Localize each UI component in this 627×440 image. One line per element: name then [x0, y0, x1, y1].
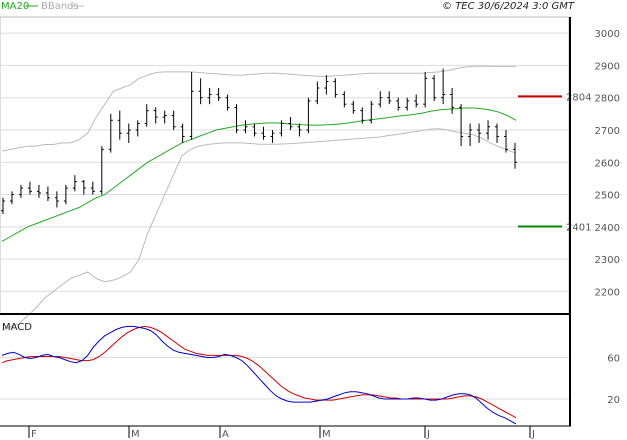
ohlc-bar — [207, 88, 212, 105]
macd-gridlines — [0, 357, 569, 400]
ohlc-bar — [162, 110, 167, 124]
ohlc-bar — [378, 91, 383, 108]
ohlc-bar — [441, 68, 446, 105]
ohlc-bar — [270, 129, 275, 143]
bband-upper — [1, 65, 516, 152]
ma20-series — [1, 107, 517, 242]
ohlc-bar — [135, 120, 140, 137]
y-tick-label-2800: 2800 — [595, 94, 620, 105]
ohlc-bar — [108, 113, 113, 153]
ohlc-bar — [423, 71, 428, 108]
macd-panel: MACD 2060 — [0, 322, 620, 425]
ohlc-bar — [18, 184, 23, 198]
y-tick-label-2900: 2900 — [595, 61, 620, 72]
y-tick-label-3000: 3000 — [595, 29, 620, 40]
bollinger-bands — [1, 65, 517, 331]
price-levels: 28042401 — [518, 92, 591, 234]
stock-chart: MA20 BBands © TEC 30/6/2024 3:0 GMT 2200… — [0, 1, 620, 440]
ohlc-bar — [216, 88, 221, 101]
ohlc-bar — [45, 186, 50, 202]
y-tick-label-2500: 2500 — [595, 191, 620, 202]
ohlc-bar — [1, 197, 5, 214]
ohlc-bar — [243, 120, 248, 134]
price-y-axis: 2200 2300 2400 2500 2600 2700 2800 2900 3000 — [595, 29, 620, 298]
ohlc-bar — [126, 123, 131, 143]
ohlc-bar — [90, 181, 95, 195]
time-axis-ticks: FMAMJJ — [28, 426, 535, 440]
ohlc-bar — [351, 100, 356, 114]
ohlc-bar — [333, 78, 338, 98]
price-panel: 2200 2300 2400 2500 2600 2700 2800 2900 3000 280… — [0, 16, 620, 331]
ohlc-bar — [459, 104, 464, 147]
ohlc-bar — [315, 81, 320, 105]
ohlc-bar — [432, 75, 437, 101]
ohlc-bar — [99, 146, 104, 195]
ohlc-bar — [27, 181, 32, 195]
x-tick-label: M — [322, 429, 331, 440]
ohlc-bar — [261, 126, 266, 140]
ohlc-bar — [198, 78, 203, 105]
x-tick-label: J — [531, 429, 535, 440]
y-tick-label-2300: 2300 — [595, 255, 620, 266]
ohlc-bar — [396, 97, 401, 111]
ohlc-bar — [513, 142, 517, 169]
ohlc-bar — [324, 75, 329, 95]
ohlc-bar — [9, 191, 14, 205]
ohlc-bar — [495, 123, 500, 143]
x-tick-label: F — [31, 429, 37, 440]
ohlc-bar — [117, 110, 122, 140]
x-tick-label: J — [426, 429, 430, 440]
ohlc-bar — [54, 191, 59, 208]
ohlc-bar — [81, 180, 86, 195]
x-tick-label: M — [131, 429, 140, 440]
macd-main-series — [1, 325, 517, 425]
right-axis-bar — [569, 17, 571, 426]
ma20-line — [1, 107, 517, 242]
ohlc-bar — [306, 97, 311, 134]
macd-signal-series — [1, 325, 517, 419]
ohlc-bars — [1, 68, 517, 214]
macd-y-axis: 2060 — [607, 354, 620, 407]
macd-lines — [1, 325, 517, 425]
y-tick-label-2200: 2200 — [595, 287, 620, 298]
bband-lower — [1, 128, 517, 331]
ohlc-bar — [171, 110, 176, 130]
ohlc-bar — [288, 117, 293, 130]
ohlc-bar — [234, 104, 239, 134]
macd-y-tick-label-60: 60 — [607, 354, 620, 365]
macd-y-tick-label-20: 20 — [607, 395, 620, 406]
ohlc-bar — [450, 88, 455, 114]
price-panel-frame — [0, 16, 570, 315]
y-tick-label-2400: 2400 — [595, 223, 620, 234]
ohlc-bar — [225, 94, 230, 111]
y-tick-label-2600: 2600 — [595, 158, 620, 169]
price-gridlines — [0, 32, 569, 292]
ohlc-bar — [414, 94, 419, 108]
x-tick-label: A — [222, 429, 229, 440]
ohlc-bar — [144, 104, 149, 127]
ohlc-bar — [369, 100, 374, 124]
ohlc-bar — [342, 91, 347, 108]
source-timestamp: © TEC 30/6/2024 3:0 GMT — [442, 1, 575, 12]
macd-title: MACD — [2, 322, 32, 333]
legend-ma20: MA20 — [1, 1, 29, 12]
ohlc-bar — [153, 107, 158, 124]
ohlc-bar — [36, 184, 41, 198]
ohlc-bar — [405, 97, 410, 111]
ohlc-bar — [180, 123, 185, 143]
y-tick-label-2700: 2700 — [595, 126, 620, 137]
ohlc-bar — [477, 123, 482, 143]
ohlc-bar — [72, 175, 77, 192]
